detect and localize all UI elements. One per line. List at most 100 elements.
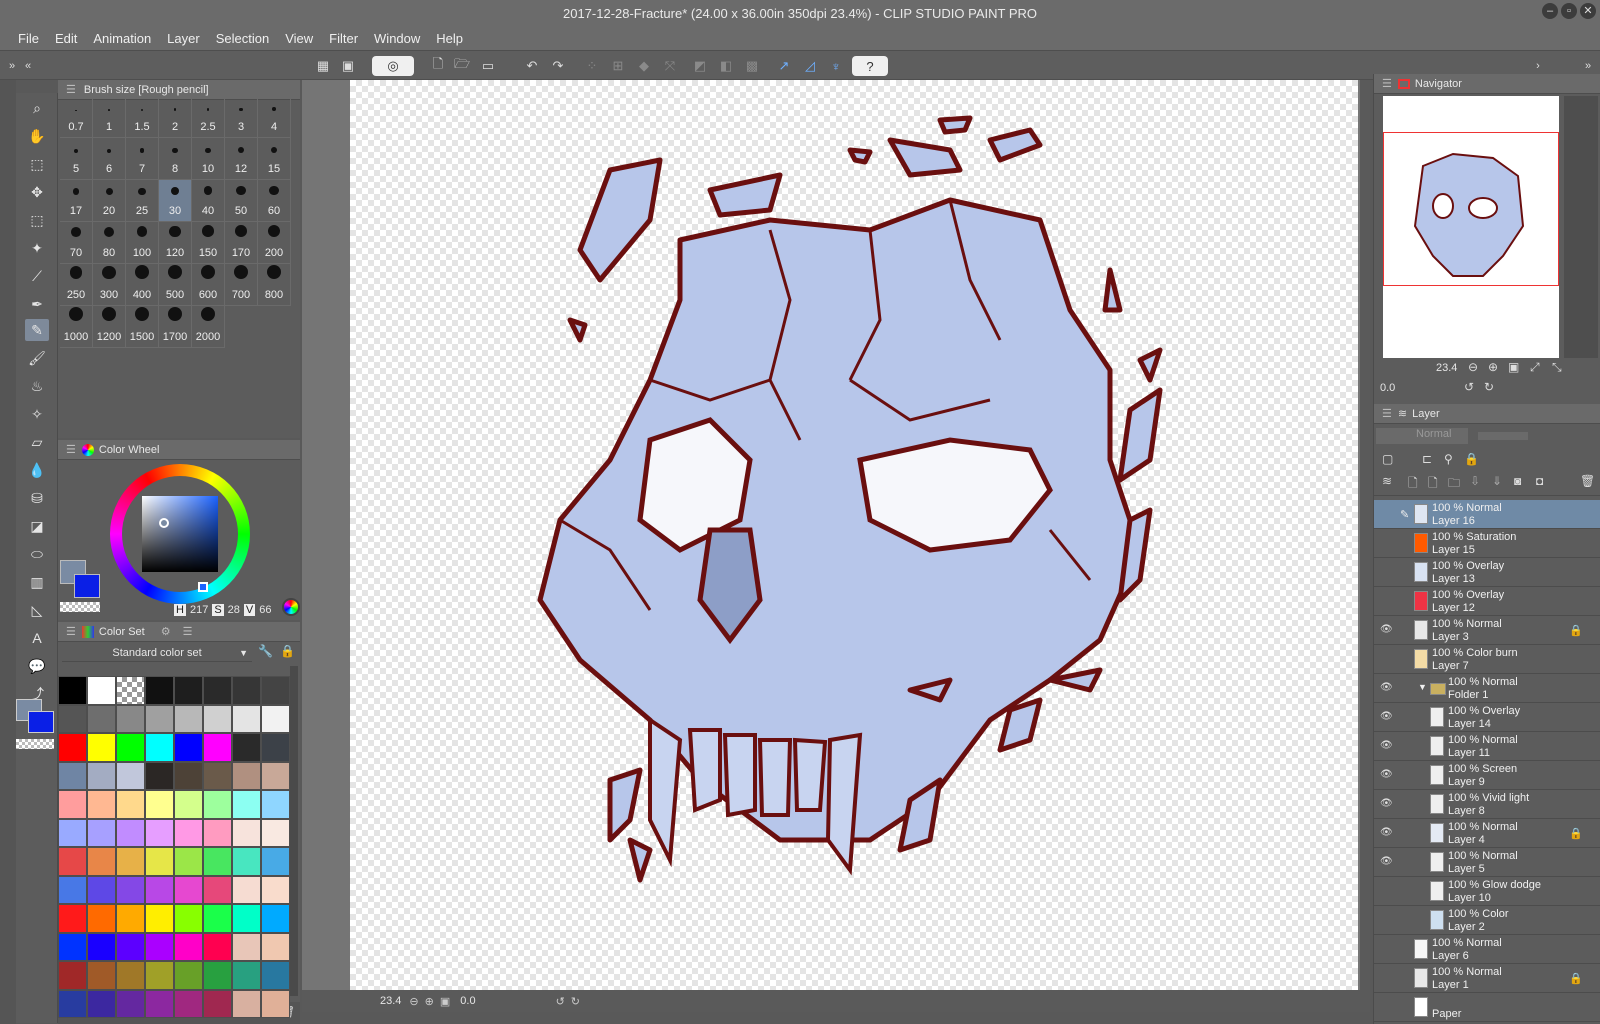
layer-row[interactable]: 100 % Color burn Layer 7 — [1374, 645, 1600, 674]
brush-size-3[interactable]: 3 — [225, 96, 258, 138]
layer-row[interactable]: 100 % Color Layer 2 — [1374, 906, 1600, 935]
balloon-icon[interactable]: 💬 — [25, 655, 49, 677]
layer-row[interactable]: 👁 100 % Normal Layer 3 🔒 — [1374, 616, 1600, 645]
selection-icon[interactable]: ⬚ — [25, 209, 49, 231]
wheel-transparent-color[interactable] — [60, 602, 100, 612]
color-swatch[interactable] — [261, 961, 290, 990]
color-swatch[interactable] — [58, 818, 87, 847]
intermediate-color-icon[interactable]: ⚙ — [161, 625, 171, 638]
fit-icon[interactable]: ▣ — [440, 995, 450, 1008]
status-rotation[interactable]: 0.0 — [460, 995, 475, 1007]
color-swatch[interactable] — [203, 932, 232, 961]
zoom-out-icon[interactable]: ⊖ — [409, 995, 418, 1008]
color-swatch[interactable] — [58, 989, 87, 1018]
eye-icon[interactable]: 👁 — [1380, 798, 1394, 810]
collapse-right-icon[interactable]: › — [1528, 56, 1548, 76]
brush-size-80[interactable]: 80 — [93, 222, 126, 264]
reference-icon[interactable]: ⚲ — [1444, 452, 1453, 466]
menu-selection[interactable]: Selection — [208, 31, 277, 46]
color-swatch[interactable] — [116, 875, 145, 904]
color-swatch[interactable] — [116, 818, 145, 847]
brush-size-1200[interactable]: 1200 — [93, 306, 126, 348]
fit-window-icon[interactable]: ⤡ — [1552, 360, 1562, 375]
brush-size-300[interactable]: 300 — [93, 264, 126, 306]
airbrush-icon[interactable]: ♨ — [25, 375, 49, 397]
color-swatch[interactable] — [203, 676, 232, 705]
color-swatch[interactable] — [174, 847, 203, 876]
grid-toggle-icon[interactable]: ▩ — [742, 56, 762, 76]
brush-size-0-7[interactable]: 0.7 — [60, 96, 93, 138]
color-swatch[interactable] — [261, 904, 290, 933]
panel-menu-icon[interactable]: ☰ — [1382, 407, 1392, 420]
eye-icon[interactable]: 👁 — [1380, 769, 1394, 781]
color-swatch[interactable] — [116, 904, 145, 933]
merge-down-icon[interactable]: ⇓ — [1492, 474, 1502, 488]
brush-size-1700[interactable]: 1700 — [159, 306, 192, 348]
layer-row[interactable]: 100 % Overlay Layer 12 — [1374, 587, 1600, 616]
color-swatch[interactable] — [116, 761, 145, 790]
mask-apply-icon[interactable]: ◘ — [1536, 474, 1543, 488]
menu-window[interactable]: Window — [366, 31, 428, 46]
navigator-rotation[interactable]: 0.0 — [1380, 382, 1395, 394]
question-icon[interactable]: ? — [852, 56, 888, 76]
brush-size-2-5[interactable]: 2.5 — [192, 96, 225, 138]
canvas[interactable] — [350, 80, 1358, 992]
color-swatch[interactable] — [261, 676, 290, 705]
layer-stack-icon[interactable]: ≋ — [1382, 474, 1392, 488]
screen-icon[interactable]: ▣ — [338, 56, 358, 76]
panel-menu-icon[interactable]: ☰ — [1382, 77, 1392, 90]
color-swatch[interactable] — [174, 704, 203, 733]
color-swatch[interactable] — [232, 733, 261, 762]
frame-icon[interactable]: ▥ — [25, 571, 49, 593]
color-swatch[interactable] — [58, 676, 87, 705]
color-swatch[interactable] — [232, 818, 261, 847]
new-folder-icon[interactable]: 🗀 — [1448, 474, 1460, 495]
actual-size-icon[interactable]: ▣ — [1508, 360, 1519, 374]
gradient-icon[interactable]: ◪ — [25, 515, 49, 537]
color-swatch[interactable] — [116, 790, 145, 819]
color-swatch[interactable] — [174, 875, 203, 904]
color-swatch[interactable] — [261, 989, 290, 1018]
brush-size-120[interactable]: 120 — [159, 222, 192, 264]
layer-row[interactable]: ✎ 100 % Normal Layer 16 — [1374, 500, 1600, 529]
operation-icon[interactable]: ⬚ — [25, 153, 49, 175]
color-set-scrollbar[interactable] — [290, 666, 298, 996]
color-swatch[interactable] — [58, 761, 87, 790]
brush-size-17[interactable]: 17 — [60, 180, 93, 222]
rotate-right-icon[interactable]: ↻ — [1484, 380, 1494, 394]
color-swatch[interactable] — [145, 818, 174, 847]
brush-size-10[interactable]: 10 — [192, 138, 225, 180]
move-layer-icon[interactable]: ✥ — [25, 181, 49, 203]
color-swatch[interactable] — [261, 733, 290, 762]
navigator-preview[interactable] — [1383, 96, 1559, 358]
menu-view[interactable]: View — [277, 31, 321, 46]
perspective-icon[interactable]: ◧ — [716, 56, 736, 76]
eye-icon[interactable]: 👁 — [1380, 856, 1394, 868]
brush-size-30[interactable]: 30 — [159, 180, 192, 222]
color-swatch[interactable] — [87, 790, 116, 819]
delete-layer-icon[interactable]: 🗑 — [1580, 474, 1595, 488]
close-icon[interactable]: ✕ — [1580, 3, 1596, 19]
redo-icon[interactable]: ↷ — [548, 56, 568, 76]
lock-icon[interactable]: 🔒 — [1569, 827, 1583, 840]
color-swatch[interactable] — [232, 932, 261, 961]
color-swatch[interactable] — [174, 961, 203, 990]
clip-studio-icon[interactable]: ◎ — [372, 56, 414, 76]
rotate-left-icon[interactable]: ↺ — [1464, 380, 1474, 394]
layer-row[interactable]: 👁 100 % Normal Layer 11 — [1374, 732, 1600, 761]
saturation-value-square[interactable] — [142, 496, 218, 572]
status-zoom[interactable]: 23.4 — [380, 995, 401, 1007]
layer-row[interactable]: 👁 ▼ 100 % Normal Folder 1 — [1374, 674, 1600, 703]
brush-size-12[interactable]: 12 — [225, 138, 258, 180]
color-swatch[interactable] — [58, 790, 87, 819]
auto-select-icon[interactable]: ✦ — [25, 237, 49, 259]
color-swatch[interactable] — [87, 676, 116, 705]
brush-size-2[interactable]: 2 — [159, 96, 192, 138]
navigator-view-rect[interactable] — [1383, 132, 1559, 286]
layer-row[interactable]: 100 % Saturation Layer 15 — [1374, 529, 1600, 558]
lock-icon[interactable]: 🔒 — [1569, 624, 1583, 637]
color-swatch[interactable] — [145, 790, 174, 819]
color-swatch[interactable] — [261, 847, 290, 876]
color-swatch[interactable] — [145, 875, 174, 904]
color-swatch[interactable] — [232, 676, 261, 705]
